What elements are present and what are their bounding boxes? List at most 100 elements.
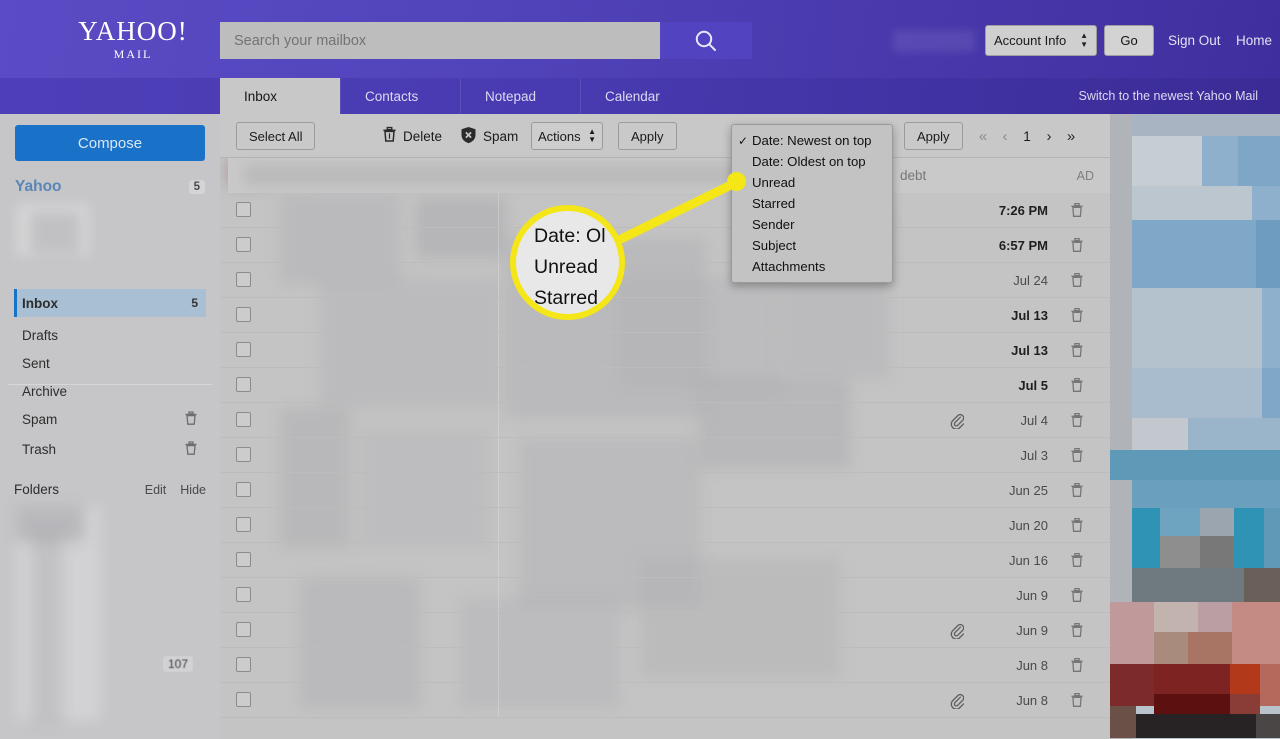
apply-button-right[interactable]: Apply <box>904 122 963 150</box>
select-all-button[interactable]: Select All <box>236 122 316 150</box>
tab-notepad[interactable]: Notepad <box>460 78 580 114</box>
row-delete-icon[interactable] <box>1070 307 1084 328</box>
ad-row[interactable]: debt AD <box>228 158 1110 193</box>
sort-option-subject[interactable]: Subject <box>732 235 892 256</box>
yahoo-mail-logo[interactable]: YAHOO! MAIL <box>58 18 208 61</box>
row-checkbox[interactable] <box>236 447 251 462</box>
folders-section-header: Folders Edit Hide <box>14 482 206 497</box>
row-checkbox[interactable] <box>236 622 251 637</box>
row-checkbox[interactable] <box>236 412 251 427</box>
empty-trash-icon[interactable] <box>184 440 198 459</box>
home-link[interactable]: Home <box>1236 33 1272 48</box>
sidebar-item-spam[interactable]: Spam <box>14 405 206 433</box>
row-delete-icon[interactable] <box>1070 482 1084 503</box>
account-info-select[interactable]: Account Info ▲ ▼ <box>985 25 1097 56</box>
folders-hide-link[interactable]: Hide <box>180 483 206 497</box>
sidebar-item-archive[interactable]: Archive <box>14 377 206 405</box>
row-delete-icon[interactable] <box>1070 272 1084 293</box>
switch-to-newest-link[interactable]: Switch to the newest Yahoo Mail <box>1079 89 1259 103</box>
apply-button-left[interactable]: Apply <box>618 122 677 150</box>
sort-option-starred[interactable]: Starred <box>732 193 892 214</box>
sort-option-unread[interactable]: Unread <box>732 172 892 193</box>
logo-subtitle: MAIL <box>113 47 153 61</box>
sidebar-item-inbox[interactable]: Inbox 5 <box>14 289 206 317</box>
sort-option-date-oldest[interactable]: Date: Oldest on top <box>732 151 892 172</box>
row-delete-icon[interactable] <box>1070 587 1084 608</box>
pagination-prev-button[interactable]: ‹ <box>994 128 1016 145</box>
go-button[interactable]: Go <box>1104 25 1154 56</box>
sign-out-link[interactable]: Sign Out <box>1168 33 1221 48</box>
sort-option-attachments[interactable]: Attachments <box>732 256 892 277</box>
right-ad-panel[interactable] <box>1110 114 1280 739</box>
pagination-next-button[interactable]: › <box>1038 128 1060 145</box>
pagination-last-button[interactable]: » <box>1060 128 1082 145</box>
tab-contacts[interactable]: Contacts <box>340 78 460 114</box>
table-row[interactable]: Jun 8 <box>220 683 1110 718</box>
row-checkbox[interactable] <box>236 307 251 322</box>
row-delete-icon[interactable] <box>1070 377 1084 398</box>
folders-label: Folders <box>14 482 60 497</box>
search-input[interactable] <box>220 22 660 59</box>
actions-select[interactable]: Actions ▲ ▼ <box>531 122 603 150</box>
row-delete-icon[interactable] <box>1070 622 1084 643</box>
table-row[interactable]: 7:26 PM <box>220 193 1110 228</box>
row-checkbox[interactable] <box>236 657 251 672</box>
account-row[interactable]: Yahoo 5 <box>15 178 205 196</box>
compose-button[interactable]: Compose <box>15 125 205 161</box>
row-checkbox[interactable] <box>236 342 251 357</box>
search-button[interactable] <box>660 22 752 59</box>
sidebar-item-trash-label: Trash <box>22 441 57 457</box>
table-row[interactable]: Jun 20 <box>220 508 1110 543</box>
row-checkbox[interactable] <box>236 237 251 252</box>
table-row[interactable]: Jul 13 <box>220 333 1110 368</box>
row-delete-icon[interactable] <box>1070 657 1084 678</box>
sidebar-item-drafts[interactable]: Drafts <box>14 321 206 349</box>
row-divider <box>498 368 499 402</box>
tab-calendar[interactable]: Calendar <box>580 78 700 114</box>
table-row[interactable]: Jul 24 <box>220 263 1110 298</box>
row-delete-icon[interactable] <box>1070 202 1084 223</box>
table-row[interactable]: Jun 8 <box>220 648 1110 683</box>
empty-spam-trash-icon[interactable] <box>184 410 198 429</box>
table-row[interactable]: Jul 13 <box>220 298 1110 333</box>
row-checkbox[interactable] <box>236 202 251 217</box>
table-row[interactable]: Jun 25 <box>220 473 1110 508</box>
row-checkbox[interactable] <box>236 517 251 532</box>
table-row[interactable]: Jul 4 <box>220 403 1110 438</box>
actions-select-value: Actions <box>538 128 581 144</box>
delete-button[interactable]: Delete <box>382 125 442 147</box>
row-checkbox[interactable] <box>236 692 251 707</box>
tab-inbox[interactable]: Inbox <box>220 78 340 114</box>
sort-dropdown-menu[interactable]: ✓ Date: Newest on top Date: Oldest on to… <box>731 124 893 283</box>
row-divider <box>498 403 499 437</box>
table-row[interactable]: Jun 16 <box>220 543 1110 578</box>
table-row[interactable]: 6:57 PM <box>220 228 1110 263</box>
row-checkbox[interactable] <box>236 272 251 287</box>
spam-button[interactable]: Spam <box>460 125 518 147</box>
row-divider <box>498 473 499 507</box>
row-delete-icon[interactable] <box>1070 412 1084 433</box>
row-checkbox[interactable] <box>236 587 251 602</box>
row-delete-icon[interactable] <box>1070 517 1084 538</box>
row-checkbox[interactable] <box>236 377 251 392</box>
table-row[interactable]: Jun 9 <box>220 613 1110 648</box>
tab-notepad-label: Notepad <box>485 88 537 104</box>
table-row[interactable]: Jul 3 <box>220 438 1110 473</box>
row-delete-icon[interactable] <box>1070 552 1084 573</box>
sort-option-sender[interactable]: Sender <box>732 214 892 235</box>
account-unread-badge: 5 <box>188 180 205 194</box>
sidebar-item-sent[interactable]: Sent <box>14 349 206 377</box>
table-row[interactable]: Jul 5 <box>220 368 1110 403</box>
row-delete-icon[interactable] <box>1070 692 1084 713</box>
row-delete-icon[interactable] <box>1070 447 1084 468</box>
row-checkbox[interactable] <box>236 482 251 497</box>
row-checkbox[interactable] <box>236 552 251 567</box>
sidebar-item-spam-label: Spam <box>22 411 58 427</box>
folders-edit-link[interactable]: Edit <box>145 483 167 497</box>
sidebar-item-trash[interactable]: Trash <box>14 435 206 463</box>
pagination-first-button[interactable]: « <box>972 128 994 145</box>
sort-option-date-newest[interactable]: ✓ Date: Newest on top <box>732 130 892 151</box>
row-delete-icon[interactable] <box>1070 342 1084 363</box>
row-delete-icon[interactable] <box>1070 237 1084 258</box>
table-row[interactable]: Jun 9 <box>220 578 1110 613</box>
